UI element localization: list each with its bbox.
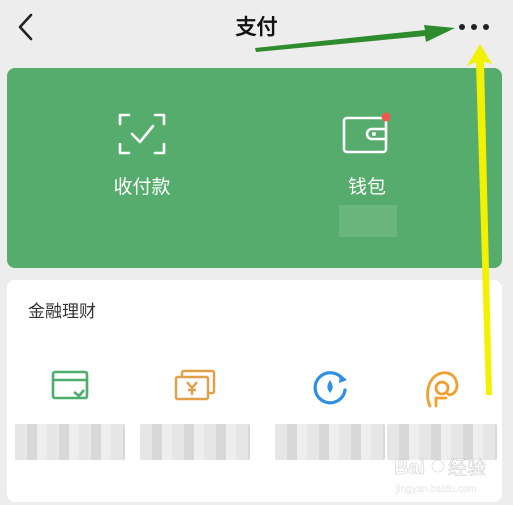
blurred-item-label: [15, 424, 125, 460]
receive-pay-label: 收付款: [113, 176, 171, 198]
wallet-badge-dot: [381, 112, 391, 122]
blurred-item-label: [140, 424, 250, 460]
top-nav-bar: 支付: [0, 0, 513, 56]
svg-text:Bai: Bai: [394, 457, 425, 479]
receive-pay-button[interactable]: 收付款: [72, 108, 212, 208]
wallet-card: 收付款 钱包: [7, 68, 502, 268]
card-repay-icon: [51, 370, 89, 400]
wallet-icon: [342, 112, 391, 154]
wallet-label: 钱包: [347, 176, 386, 198]
back-button[interactable]: [10, 10, 44, 44]
face-coin-icon: [426, 371, 459, 408]
chevron-left-icon: [18, 13, 33, 41]
blurred-item-label: [275, 424, 385, 460]
finance-item[interactable]: [275, 368, 385, 488]
page-title: 支付: [235, 15, 278, 39]
finance-item[interactable]: [140, 368, 250, 488]
blurred-balance: [339, 205, 397, 237]
more-horizontal-icon: [459, 24, 489, 30]
wallet-button[interactable]: 钱包: [297, 108, 437, 237]
svg-text:经验: 经验: [448, 457, 486, 479]
yuan-bills-icon: [174, 369, 216, 401]
finance-item[interactable]: [15, 368, 125, 488]
refresh-coin-icon: [313, 371, 347, 405]
baidu-logo: Bai 经验 jingyan.baidu.com: [394, 457, 487, 495]
svg-text:jingyan.baidu.com: jingyan.baidu.com: [395, 484, 477, 495]
finance-section-title: 金融理财: [28, 302, 96, 322]
baidu-watermark: Bai 经验 jingyan.baidu.com: [392, 452, 502, 498]
scan-check-icon: [118, 113, 166, 155]
more-button[interactable]: [452, 12, 496, 42]
